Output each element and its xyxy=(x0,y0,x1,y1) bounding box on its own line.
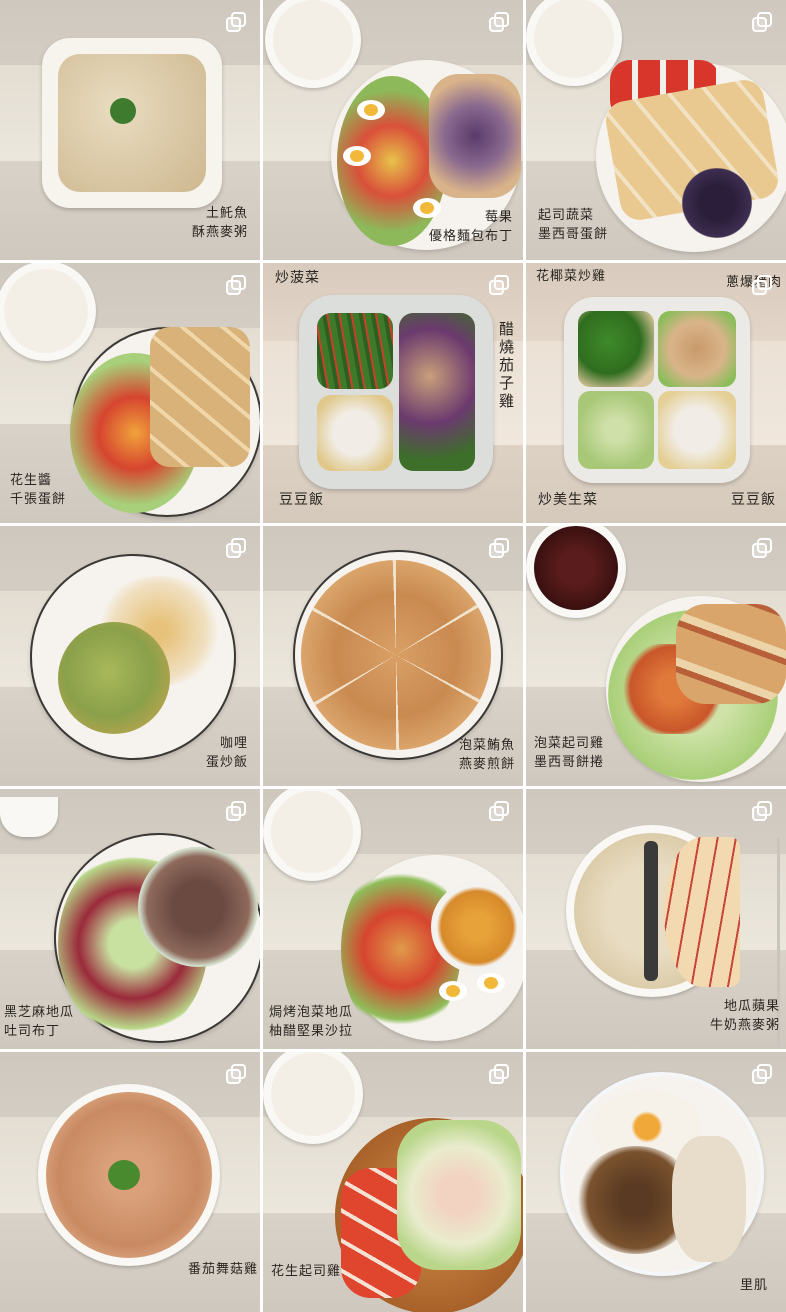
post-caption: 地瓜蘋果 牛奶燕麥粥 xyxy=(709,999,780,1033)
milk-jug xyxy=(0,797,58,837)
multiple-photos-icon xyxy=(489,801,509,821)
egg-fried-rice xyxy=(58,622,170,734)
grid-post[interactable]: 花椰菜炒雞 蔥爆豬肉 炒美生菜 豆豆飯 xyxy=(526,263,786,523)
grid-post[interactable]: 里肌 xyxy=(526,1052,786,1312)
apple-slices xyxy=(664,837,740,987)
multiple-photos-icon xyxy=(752,275,772,295)
post-caption: 醋燒茄子雞 xyxy=(497,321,515,411)
baked-kimchi-sweet-potato xyxy=(431,881,523,973)
multiple-photos-icon xyxy=(752,801,772,821)
scallion-garnish xyxy=(108,1160,140,1190)
grid-post[interactable]: 炒菠菜 醋燒茄子雞 豆豆飯 xyxy=(263,263,523,523)
post-caption: 花椰菜炒雞 xyxy=(536,269,607,284)
grid-post[interactable]: 莓果 優格麵包布丁 xyxy=(263,0,523,260)
post-caption: 泡菜起司雞 墨西哥餅捲 xyxy=(534,736,605,770)
post-caption: 炒美生菜 xyxy=(538,492,598,508)
post-caption: 焗烤泡菜地瓜 柚醋堅果沙拉 xyxy=(269,1005,354,1039)
grapes xyxy=(672,168,762,238)
post-caption: 起司蔬菜 墨西哥蛋餅 xyxy=(538,208,609,242)
toast-pudding-bowl xyxy=(138,847,258,967)
grid-post[interactable]: 泡菜鮪魚 燕麥煎餅 xyxy=(263,526,523,786)
pancake-cuts xyxy=(301,560,491,750)
photo-grid: 土魠魚 酥燕麥粥 莓果 優格麵包布丁 起司蔬菜 墨西哥蛋餅 花生醬 千張蛋餅 炒… xyxy=(0,0,786,1312)
post-caption: 泡菜鮪魚 燕麥煎餅 xyxy=(458,738,515,772)
post-caption: 花生醬 千張蛋餅 xyxy=(10,473,67,507)
eggplant-chicken xyxy=(399,313,475,471)
multiple-photos-icon xyxy=(489,12,509,32)
multiple-photos-icon xyxy=(226,801,246,821)
broccoli-chicken xyxy=(578,311,654,387)
stir-fried-lettuce xyxy=(578,391,654,469)
bean-rice xyxy=(658,391,736,469)
post-caption: 豆豆飯 xyxy=(279,492,324,508)
multiple-photos-icon xyxy=(489,275,509,295)
pork-loin xyxy=(672,1136,746,1262)
post-caption: 花生起司雞 xyxy=(271,1264,342,1279)
berry-bread-pudding xyxy=(429,74,521,198)
post-caption: 咖哩 蛋炒飯 xyxy=(205,736,248,770)
multiple-photos-icon xyxy=(752,12,772,32)
grid-post[interactable]: 泡菜起司雞 墨西哥餅捲 xyxy=(526,526,786,786)
oat-porridge xyxy=(58,54,206,192)
grid-post[interactable]: 焗烤泡菜地瓜 柚醋堅果沙拉 xyxy=(263,789,523,1049)
grid-post[interactable]: 花生醬 千張蛋餅 xyxy=(0,263,260,523)
multiple-photos-icon xyxy=(752,1064,772,1084)
post-caption: 土魠魚 酥燕麥粥 xyxy=(191,206,248,240)
post-caption: 炒菠菜 xyxy=(275,270,320,286)
multiple-photos-icon xyxy=(752,538,772,558)
thousand-layer-pancake xyxy=(150,327,250,467)
bean-rice xyxy=(317,395,393,471)
grid-post[interactable]: 土魠魚 酥燕麥粥 xyxy=(0,0,260,260)
tortilla-wrap xyxy=(676,604,786,704)
spinach xyxy=(317,313,393,389)
grid-post[interactable]: 花生起司雞 xyxy=(263,1052,523,1312)
post-caption: 莓果 優格麵包布丁 xyxy=(428,210,513,244)
multiple-photos-icon xyxy=(226,275,246,295)
grid-post[interactable]: 起司蔬菜 墨西哥蛋餅 xyxy=(526,0,786,260)
grid-post[interactable]: 咖哩 蛋炒飯 xyxy=(0,526,260,786)
post-caption: 番茄舞菇雞 xyxy=(187,1262,258,1277)
grid-post[interactable]: 地瓜蘋果 牛奶燕麥粥 xyxy=(526,789,786,1049)
multiple-photos-icon xyxy=(226,1064,246,1084)
cabbage-chicken-wraps xyxy=(397,1120,521,1270)
post-caption: 豆豆飯 xyxy=(731,492,776,508)
multiple-photos-icon xyxy=(489,538,509,558)
multiple-photos-icon xyxy=(226,12,246,32)
multiple-photos-icon xyxy=(226,538,246,558)
grid-post[interactable]: 黑芝麻地瓜 吐司布丁 xyxy=(0,789,260,1049)
herb-garnish xyxy=(110,98,136,124)
post-caption: 黑芝麻地瓜 吐司布丁 xyxy=(4,1005,75,1039)
chia-seeds xyxy=(644,841,658,981)
multiple-photos-icon xyxy=(489,1064,509,1084)
grid-post[interactable]: 番茄舞菇雞 xyxy=(0,1052,260,1312)
scallion-pork xyxy=(658,311,736,387)
post-caption: 里肌 xyxy=(739,1278,768,1293)
